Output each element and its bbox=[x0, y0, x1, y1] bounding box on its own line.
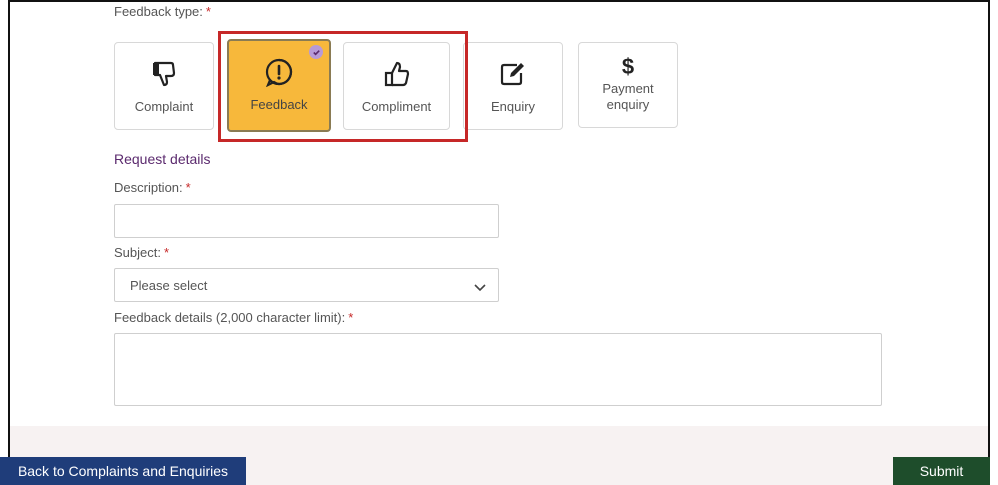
subject-select[interactable]: Please select bbox=[114, 268, 499, 302]
submit-button[interactable]: Submit bbox=[893, 457, 990, 485]
type-option-label: Compliment bbox=[361, 99, 432, 114]
thumbs-down-icon bbox=[151, 59, 177, 89]
type-option-enquiry[interactable]: Enquiry bbox=[463, 42, 563, 130]
type-option-label: Payment enquiry bbox=[602, 81, 653, 113]
type-option-feedback[interactable]: Feedback bbox=[227, 39, 331, 132]
feedback-type-label-text: Feedback type: bbox=[114, 4, 203, 19]
form-area: Feedback type: * Complaint Feedback Comp… bbox=[10, 2, 988, 425]
subject-label: Subject: * bbox=[114, 245, 169, 260]
form-frame: Feedback type: * Complaint Feedback Comp… bbox=[8, 0, 990, 485]
type-option-complaint[interactable]: Complaint bbox=[114, 42, 214, 130]
subject-label-text: Subject: bbox=[114, 245, 161, 260]
dollar-glyph: $ bbox=[621, 54, 635, 79]
description-label-text: Description: bbox=[114, 180, 183, 195]
type-option-label: Enquiry bbox=[490, 99, 536, 114]
description-input[interactable] bbox=[114, 204, 499, 238]
required-mark: * bbox=[205, 4, 211, 19]
details-label: Feedback details (2,000 character limit)… bbox=[114, 310, 353, 325]
thumbs-up-icon bbox=[383, 59, 411, 89]
dollar-icon: $ bbox=[621, 54, 635, 79]
subject-selected-value: Please select bbox=[130, 277, 208, 293]
required-mark: * bbox=[348, 310, 354, 325]
description-label: Description: * bbox=[114, 180, 191, 195]
exclamation-circle-icon bbox=[264, 57, 294, 87]
back-to-complaints-button[interactable]: Back to Complaints and Enquiries bbox=[0, 457, 246, 485]
checkmark-icon bbox=[309, 45, 323, 59]
required-mark: * bbox=[185, 180, 191, 195]
feedback-type-label: Feedback type: * bbox=[114, 4, 211, 19]
feedback-details-textarea[interactable] bbox=[114, 333, 882, 406]
type-option-label-line2: enquiry bbox=[606, 97, 650, 112]
edit-icon bbox=[499, 59, 527, 89]
required-mark: * bbox=[163, 245, 170, 260]
details-label-text: Feedback details (2,000 character limit)… bbox=[114, 310, 346, 325]
type-option-label-line1: Payment bbox=[602, 81, 654, 96]
type-option-label: Feedback bbox=[250, 97, 308, 112]
type-option-label: Complaint bbox=[134, 99, 194, 114]
type-option-payment-enquiry[interactable]: $ Payment enquiry bbox=[578, 42, 678, 128]
chevron-down-icon bbox=[474, 280, 486, 295]
request-details-heading: Request details bbox=[114, 151, 211, 167]
type-option-compliment[interactable]: Compliment bbox=[343, 42, 450, 130]
